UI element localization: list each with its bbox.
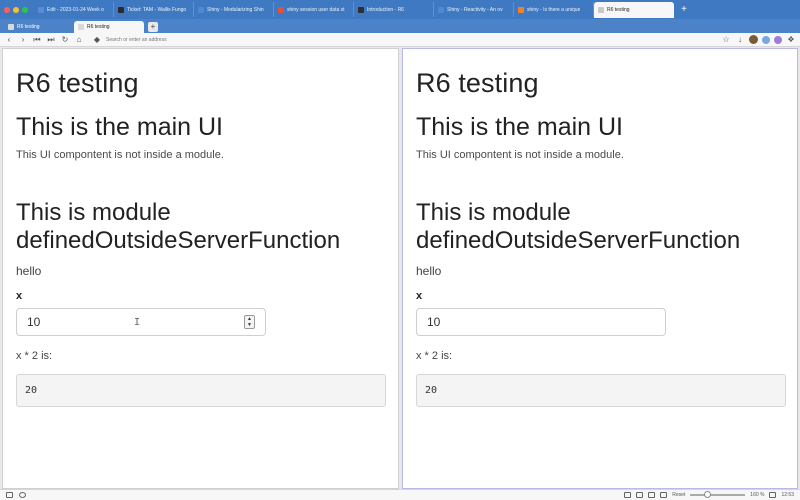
browser-tab[interactable]: Shiny - Reactivity - An ov [434, 2, 514, 17]
back-icon[interactable]: ‹ [4, 35, 14, 45]
browser-tab-label: Shiny - Modularizing Shin [207, 6, 264, 13]
browser-tab-label: shiny - Is there a unique [527, 6, 581, 13]
tab-favicon-icon [8, 24, 14, 30]
window-controls [4, 6, 28, 13]
secondary-tab-row: R6 testing R6 testing + [0, 19, 800, 33]
result-output: 20 [16, 374, 386, 407]
browser-tab[interactable]: Introduction - R6 [354, 2, 434, 17]
tab-favicon-icon [118, 6, 124, 13]
page-title: R6 testing [416, 68, 539, 98]
page-title: R6 testing [16, 68, 139, 98]
browser-tab[interactable]: shiny - Is there a unique [514, 2, 594, 17]
reload-icon[interactable]: ↻ [60, 35, 70, 45]
text-cursor-icon: I [134, 317, 141, 328]
hello-text: hello [416, 264, 442, 278]
secondary-tab[interactable]: R6 testing [4, 21, 74, 33]
tab-favicon-icon [438, 6, 444, 13]
forward-icon[interactable]: › [18, 35, 28, 45]
x-input-label: x [416, 290, 423, 302]
result-label: x * 2 is: [416, 350, 453, 362]
extensions-puzzle-icon[interactable]: ❖ [786, 35, 796, 45]
app-pane-right: R6 testing This is the main UI This UI c… [402, 48, 798, 489]
result-output: 20 [416, 374, 786, 407]
skip-forward-icon[interactable]: ⏭ [46, 35, 56, 45]
extension-icon[interactable] [762, 35, 770, 44]
close-window-button[interactable] [4, 6, 10, 13]
home-status-icon[interactable] [6, 492, 13, 498]
settings-icon[interactable] [769, 492, 777, 498]
tab-favicon-icon [198, 6, 204, 13]
browser-tab-strip: Edit - 2023-01-24 Week o Ticket: TAM - W… [0, 0, 800, 19]
result-label: x * 2 is: [16, 350, 53, 362]
tab-favicon-icon [518, 6, 524, 13]
tab-favicon-icon [598, 6, 604, 13]
code-icon[interactable] [660, 492, 668, 498]
stepper-up-icon[interactable]: ▲ [247, 316, 252, 322]
browser-tab[interactable]: Ticket: TAM - Wallis Fungo [114, 2, 194, 17]
maximize-window-button[interactable] [22, 6, 28, 13]
main-ui-note: This UI compontent is not inside a modul… [16, 149, 224, 161]
shield-icon: ◆ [93, 34, 101, 44]
browser-tab-active[interactable]: R6 testing [594, 1, 674, 18]
browser-tab[interactable]: Edit - 2023-01-24 Week o [34, 2, 114, 17]
cloud-icon[interactable] [19, 492, 26, 498]
zoom-slider-handle[interactable] [704, 491, 712, 498]
tab-favicon-icon [78, 24, 84, 30]
zoom-slider[interactable] [690, 491, 746, 498]
main-ui-heading: This is the main UI [416, 113, 624, 141]
address-bar[interactable]: ◆ Search or enter an address [88, 34, 717, 45]
camera-icon[interactable] [624, 492, 632, 498]
secondary-tab-active[interactable]: R6 testing [74, 21, 144, 33]
window-icon[interactable] [648, 492, 656, 498]
tab-favicon-icon [358, 6, 364, 13]
browser-tab[interactable]: shiny session user data st [274, 2, 354, 17]
browser-tab-label: shiny session user data st [287, 6, 345, 13]
hello-text: hello [16, 264, 42, 278]
secondary-tab-label: R6 testing [17, 24, 40, 30]
toolbar-right-icons: ☆ ↓ ❖ [721, 35, 796, 45]
x-input-label: x [16, 290, 23, 302]
clock-time: 12:53 [781, 492, 794, 498]
avatar[interactable] [749, 35, 758, 44]
minimize-window-button[interactable] [13, 6, 19, 13]
status-bar: Reset 160 % 12:53 [0, 489, 800, 500]
main-ui-heading: This is the main UI [16, 113, 224, 141]
tile-icon[interactable] [636, 492, 644, 498]
extension-icon[interactable] [774, 35, 782, 44]
skip-back-icon[interactable]: ⏮ [32, 35, 42, 45]
browser-tab-label: Shiny - Reactivity - An ov [447, 6, 503, 13]
browser-tab-label: Ticket: TAM - Wallis Fungo [127, 6, 187, 13]
stepper-down-icon[interactable]: ▼ [247, 322, 252, 328]
new-tab-icon[interactable]: + [678, 4, 690, 16]
new-tab-icon[interactable]: + [148, 22, 158, 32]
download-icon[interactable]: ↓ [735, 35, 745, 45]
main-ui-note: This UI compontent is not inside a modul… [416, 149, 624, 161]
x-numeric-input[interactable] [416, 308, 666, 336]
browser-tab[interactable]: Shiny - Modularizing Shin [194, 2, 274, 17]
home-icon[interactable]: ⌂ [74, 35, 84, 45]
module-heading: This is module definedOutsideServerFunct… [16, 199, 341, 254]
address-placeholder: Search or enter an address [106, 36, 167, 43]
bookmark-icon[interactable]: ☆ [721, 35, 731, 45]
tab-favicon-icon [38, 6, 44, 13]
x-stepper[interactable]: ▲ ▼ [244, 315, 255, 329]
zoom-reset-button[interactable]: Reset [672, 492, 685, 498]
zoom-level: 160 % [750, 492, 765, 498]
browser-tab-label: Introduction - R6 [367, 6, 404, 13]
x-numeric-input[interactable] [16, 308, 266, 336]
secondary-tab-label: R6 testing [87, 24, 110, 30]
navigation-toolbar: ‹ › ⏮ ⏭ ↻ ⌂ ◆ Search or enter an address… [0, 33, 800, 47]
module-heading: This is module definedOutsideServerFunct… [416, 199, 741, 254]
browser-tab-label: Edit - 2023-01-24 Week o [47, 6, 104, 13]
app-pane-left: R6 testing This is the main UI This UI c… [2, 48, 399, 489]
tab-favicon-icon [278, 6, 284, 13]
browser-tab-label: R6 testing [607, 6, 630, 13]
